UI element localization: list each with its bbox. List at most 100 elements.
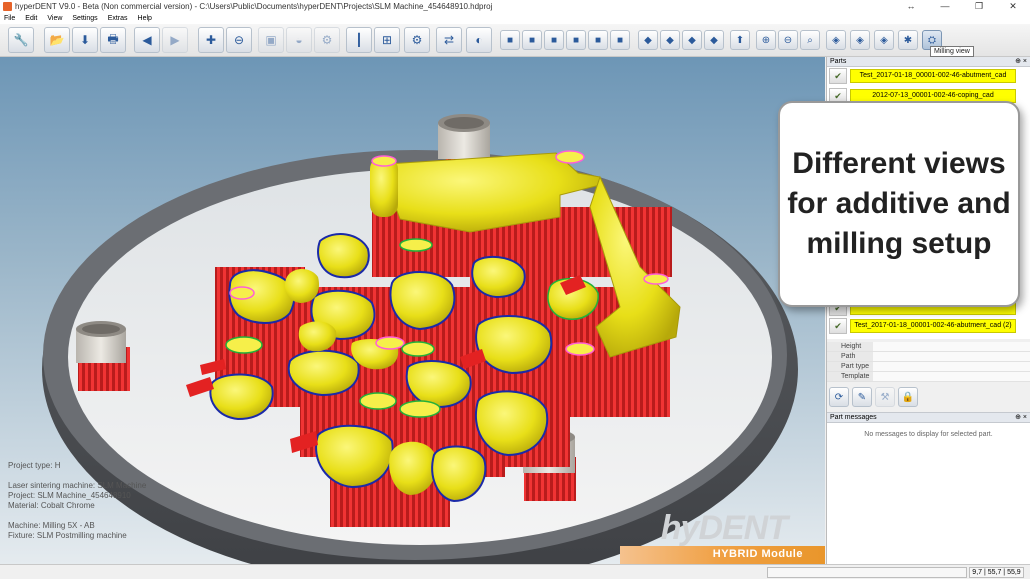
gear-icon: ⚙ (321, 33, 333, 47)
redo-button[interactable]: ▶ (162, 27, 188, 53)
property-value[interactable] (873, 342, 1030, 351)
tooth-icon: ▣ (265, 33, 277, 47)
part-tools: ⟳ ✎ ⚒ 🔒 (829, 387, 921, 409)
info-project: Project: SLM Machine_454648910 (8, 491, 131, 500)
calculate-button[interactable]: ⚙ (404, 27, 430, 53)
hyperdent-window: hyperDENT V9.0 - Beta (Non commercial ve… (0, 0, 1030, 579)
supports-button[interactable]: ┃ (346, 27, 372, 53)
info-fixture: Fixture: SLM Postmilling machine (8, 531, 127, 540)
info-material: Material: Cobalt Chrome (8, 501, 95, 510)
view-back-button[interactable]: ■ (522, 30, 542, 50)
part-row[interactable]: ✔ Test_2017-01-18_00001-002-46-abutment_… (829, 67, 1019, 84)
cylinder-left (76, 321, 130, 391)
zoom-out-button[interactable]: ⊖ (778, 30, 798, 50)
open-project-button[interactable]: 📂 (44, 27, 70, 53)
view-iso-2-button[interactable]: ◆ (660, 30, 680, 50)
arrow-left-icon: ◀ (142, 33, 152, 47)
part-label[interactable]: Test_2017-01-18_00001-002-46-abutment_ca… (850, 68, 1016, 83)
menu-settings[interactable]: Settings (72, 15, 97, 22)
close-button[interactable]: ✕ (996, 1, 1030, 12)
status-coordinates: 9,7 | 55,7 | 55,9 (969, 567, 1024, 578)
zoom-in-icon: ⊕ (761, 34, 771, 46)
view-iso-3-button[interactable]: ◆ (682, 30, 702, 50)
part-edit-button[interactable]: ✎ (852, 387, 872, 407)
main-toolbar: 🔧 📂 ⬇ 🖶 ◀ ▶ ✚ ⊖ ▣ ◒ ⚙ ┃ ⊞ ⚙ ⇄ ◐ ■ ■ ■ ■ … (0, 24, 1030, 57)
cube-left-icon: ■ (550, 34, 558, 46)
part-tool-1-button[interactable]: ▣ (258, 27, 284, 53)
property-value[interactable] (873, 372, 1030, 381)
property-key: Path (827, 352, 873, 361)
show-supports-button[interactable]: ◈ (850, 30, 870, 50)
machine-settings-button[interactable]: 🔧 (8, 27, 34, 53)
transfer-button[interactable]: ⇄ (436, 27, 462, 53)
brand-badge: hyDENT HYBRID Module (620, 509, 825, 564)
menu-help[interactable]: Help (138, 15, 152, 22)
menu-view[interactable]: View (47, 15, 62, 22)
connector-button[interactable]: ⊞ (374, 27, 400, 53)
part-messages-panel: Part messages ⊕ × No messages to display… (827, 412, 1030, 564)
printer-icon: 🖶 (107, 31, 119, 46)
part-lock-button[interactable]: 🔒 (898, 387, 918, 407)
minimize-button[interactable]: — (928, 1, 962, 11)
undo-button[interactable]: ◀ (134, 27, 160, 53)
edit-icon: ✎ (857, 391, 867, 403)
cube-iso-icon: ◆ (710, 34, 718, 46)
view-right-button[interactable]: ■ (566, 30, 586, 50)
hybrid-module-label: HYBRID Module (712, 548, 803, 560)
view-iso-1-button[interactable]: ◆ (638, 30, 658, 50)
part-tool-2-button[interactable]: ◒ (286, 27, 312, 53)
export-button[interactable]: ⬆ (730, 30, 750, 50)
remove-part-icon: ⊖ (233, 33, 245, 47)
remove-part-button[interactable]: ⊖ (226, 27, 252, 53)
supports-icon: ┃ (355, 33, 363, 47)
property-value[interactable] (873, 352, 1030, 361)
view-left-button[interactable]: ■ (544, 30, 564, 50)
parts-icon: ◈ (832, 34, 840, 46)
menu-extras[interactable]: Extras (108, 15, 128, 22)
snap-icon[interactable]: ↔ (894, 1, 928, 11)
view-bottom-button[interactable]: ■ (610, 30, 630, 50)
additive-view-button[interactable]: ✱ (898, 30, 918, 50)
download-icon: ⬇ (79, 33, 91, 47)
supports-view-icon: ◈ (856, 34, 864, 46)
maximize-button[interactable]: ❐ (962, 1, 996, 12)
pin-close-icon[interactable]: ⊕ × (1015, 57, 1027, 67)
part-row[interactable]: ✔ Test_2017-01-18_00001-002-46-abutment_… (829, 317, 1019, 334)
part-sync-button[interactable]: ⟳ (829, 387, 849, 407)
part-tool-3-button[interactable]: ⚙ (314, 27, 340, 53)
print-button[interactable]: 🖶 (100, 27, 126, 53)
pin-close-icon[interactable]: ⊕ × (1015, 413, 1027, 423)
show-blank-button[interactable]: ◈ (874, 30, 894, 50)
project-info: Project type: H Laser sintering machine:… (8, 461, 146, 541)
menu-edit[interactable]: Edit (25, 15, 37, 22)
view-top-button[interactable]: ■ (588, 30, 608, 50)
simulation-button[interactable]: ◐ (466, 27, 492, 53)
messages-header: Part messages ⊕ × (827, 413, 1030, 423)
window-title: hyperDENT V9.0 - Beta (Non commercial ve… (15, 1, 493, 11)
add-part-button[interactable]: ✚ (198, 27, 224, 53)
cube-right-icon: ■ (572, 34, 580, 46)
sync-icon: ⟳ (834, 391, 844, 403)
property-row: Path (827, 352, 1030, 362)
property-value[interactable] (873, 362, 1030, 371)
callout-text: Different views for additive and milling… (787, 147, 1011, 260)
save-project-button[interactable]: ⬇ (72, 27, 98, 53)
view-iso-4-button[interactable]: ◆ (704, 30, 724, 50)
cube-iso-icon: ◆ (644, 34, 652, 46)
milling-view-tooltip: Milling view (930, 46, 974, 57)
zoom-fit-button[interactable]: ⌕ (800, 30, 820, 50)
menu-bar: File Edit View Settings Extras Help (0, 12, 1030, 24)
cube-bottom-icon: ■ (616, 34, 624, 46)
cube-iso-icon: ◆ (666, 34, 674, 46)
part-tool-button[interactable]: ⚒ (875, 387, 895, 407)
3d-viewport[interactable]: Project type: H Laser sintering machine:… (0, 57, 825, 564)
part-label[interactable]: Test_2017-01-18_00001-002-46-abutment_ca… (850, 318, 1016, 333)
menu-file[interactable]: File (4, 15, 15, 22)
zoom-in-button[interactable]: ⊕ (756, 30, 776, 50)
export-icon: ⬆ (735, 34, 745, 46)
parts-title: Parts (830, 58, 847, 65)
show-parts-button[interactable]: ◈ (826, 30, 846, 50)
hybrid-module-strip: HYBRID Module (620, 546, 825, 564)
transfer-icon: ⇄ (443, 33, 455, 47)
view-front-button[interactable]: ■ (500, 30, 520, 50)
